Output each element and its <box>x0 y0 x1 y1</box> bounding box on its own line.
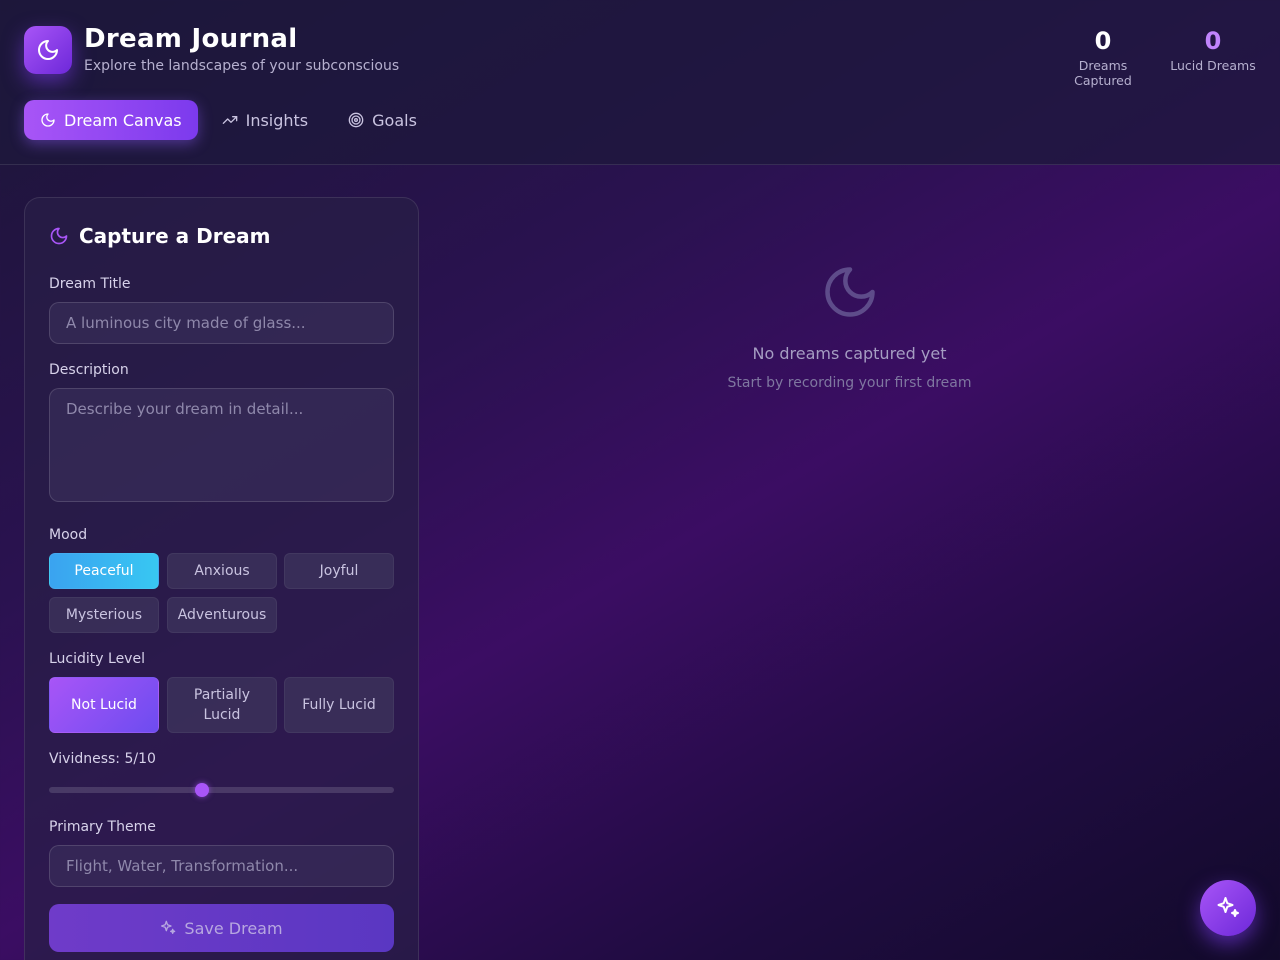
vividness-label: Vividness: 5/10 <box>49 751 156 767</box>
stat-lucid-label: Lucid Dreams <box>1170 58 1256 73</box>
app-subtitle: Explore the landscapes of your subconsci… <box>84 58 400 74</box>
stat-dreams-captured: 0 Dreams Captured <box>1048 28 1158 88</box>
floating-sparkles-button[interactable] <box>1200 880 1256 936</box>
empty-state-title: No dreams captured yet <box>752 344 947 363</box>
tab-goals[interactable]: Goals <box>332 100 433 140</box>
stat-lucid-value: 0 <box>1204 27 1222 55</box>
tab-label: Goals <box>372 110 417 130</box>
panel-title-text: Capture a Dream <box>79 224 271 248</box>
save-dream-button[interactable]: Save Dream <box>49 904 394 952</box>
tab-dream-canvas[interactable]: Dream Canvas <box>24 100 198 140</box>
mood-option-anxious[interactable]: Anxious <box>167 553 277 589</box>
tab-label: Insights <box>245 110 309 130</box>
capture-dream-panel: Capture a Dream Dream Title Description … <box>24 197 419 960</box>
moon-icon <box>50 227 68 245</box>
sparkles-icon <box>161 920 176 934</box>
description-textarea[interactable] <box>49 388 394 502</box>
lucidity-option-partially-lucid[interactable]: Partially Lucid <box>167 677 277 733</box>
primary-theme-input[interactable] <box>49 845 394 887</box>
tab-insights[interactable]: Insights <box>206 100 325 140</box>
panel-title: Capture a Dream <box>49 224 271 248</box>
mood-label: Mood <box>49 527 88 543</box>
vividness-slider-thumb[interactable] <box>195 783 210 797</box>
tab-label: Dream Canvas <box>64 110 182 130</box>
moon-icon <box>41 113 55 127</box>
primary-theme-label: Primary Theme <box>49 819 156 835</box>
mood-option-peaceful[interactable]: Peaceful <box>49 553 159 589</box>
mood-option-mysterious[interactable]: Mysterious <box>49 597 159 633</box>
dream-title-label: Dream Title <box>49 276 131 292</box>
app-title: Dream Journal <box>84 24 298 54</box>
moon-icon <box>38 40 58 60</box>
lucidity-option-not-lucid[interactable]: Not Lucid <box>49 677 159 733</box>
description-label: Description <box>49 362 129 378</box>
moon-icon <box>824 267 875 317</box>
mood-option-adventurous[interactable]: Adventurous <box>167 597 277 633</box>
empty-state: No dreams captured yet Start by recordin… <box>419 262 1280 391</box>
sparkles-icon <box>1217 897 1239 917</box>
stat-dreams-label: Dreams Captured <box>1074 58 1132 88</box>
vividness-slider[interactable] <box>49 783 394 797</box>
app-header: Dream Journal Explore the landscapes of … <box>0 0 1280 165</box>
dream-title-input[interactable] <box>49 302 394 344</box>
target-icon <box>348 112 364 128</box>
stat-lucid-dreams: 0 Lucid Dreams <box>1170 28 1256 73</box>
trending-up-icon <box>222 116 237 124</box>
stat-dreams-value: 0 <box>1094 27 1112 55</box>
lucidity-label: Lucidity Level <box>49 651 145 667</box>
empty-state-subtitle: Start by recording your first dream <box>727 375 972 391</box>
lucidity-option-fully-lucid[interactable]: Fully Lucid <box>284 677 394 733</box>
save-dream-label: Save Dream <box>184 918 283 938</box>
mood-option-joyful[interactable]: Joyful <box>284 553 394 589</box>
app-logo <box>24 26 72 74</box>
nav-tabs: Dream Canvas Insights Goals <box>24 100 433 140</box>
